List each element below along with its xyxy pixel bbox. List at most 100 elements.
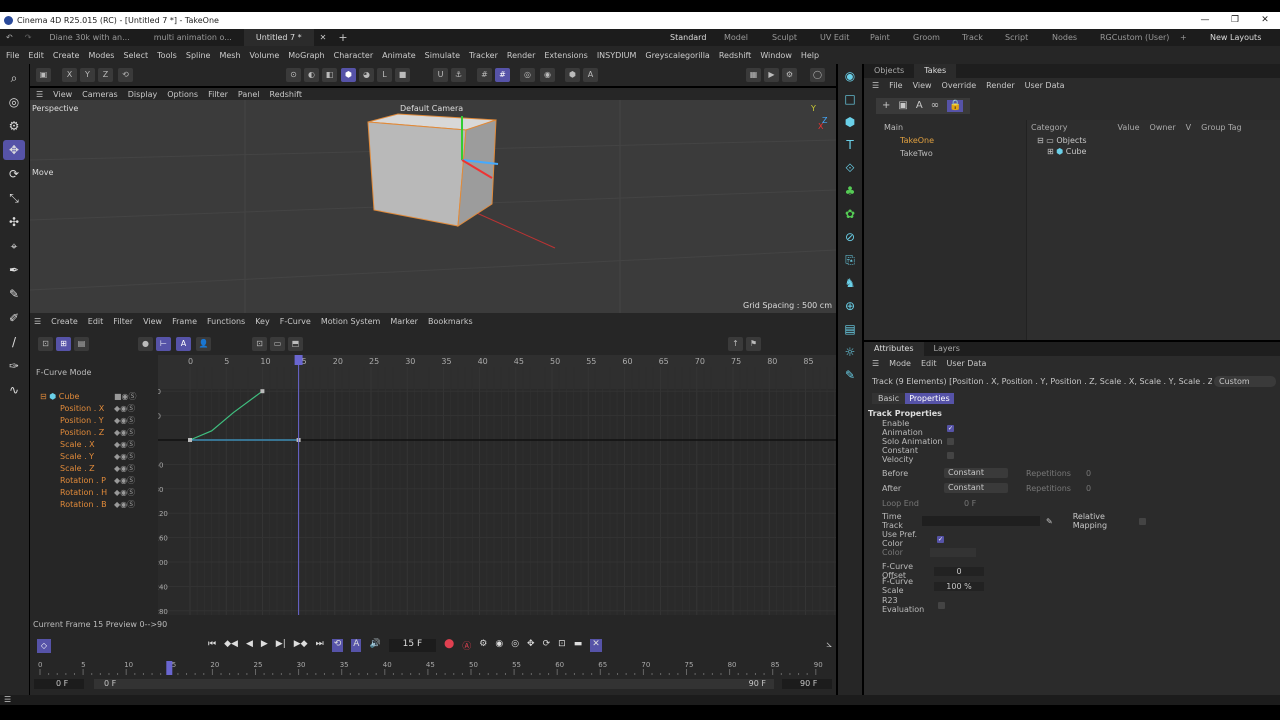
menu-item[interactable]: MoGraph (288, 51, 324, 60)
menu-item[interactable]: Greyscalegorilla (645, 51, 709, 60)
column-header[interactable]: Owner (1150, 123, 1176, 132)
column-header[interactable]: V (1186, 123, 1191, 132)
repetitions-after-field[interactable]: 0 (1086, 484, 1091, 493)
toolbar-button-icon[interactable]: ◧ (322, 68, 337, 82)
menu-item[interactable]: Modes (88, 51, 114, 60)
scene-icon[interactable]: ♞ (841, 276, 859, 294)
timeline-ruler[interactable]: 051015202530354045505560657075808590 (30, 659, 836, 681)
menu-item[interactable]: Frame (172, 317, 197, 326)
position-key-icon[interactable]: ✥ (527, 639, 535, 652)
toolbar-button-icon[interactable]: ⚓ (451, 68, 466, 82)
after-dropdown[interactable]: Constant (944, 483, 1008, 493)
menu-item[interactable]: Tracker (469, 51, 498, 60)
doc-tab[interactable]: multi animation o... (142, 29, 244, 46)
menu-item[interactable]: User Data (1025, 81, 1065, 90)
menu-item[interactable]: Redshift (270, 90, 302, 99)
toolbar-button-icon[interactable]: ⚙ (782, 68, 797, 82)
deformer-icon[interactable]: ✿ (841, 207, 859, 225)
menu-item[interactable]: Bookmarks (428, 317, 473, 326)
tab-objects[interactable]: Objects (864, 64, 914, 78)
toolbar-button-icon[interactable]: Y (80, 68, 95, 82)
hamburger-icon[interactable]: ☰ (34, 317, 41, 326)
next-frame-icon[interactable]: ▶| (276, 639, 286, 652)
toolbar-button-icon[interactable]: ⬢ (341, 68, 356, 82)
layout-tab[interactable]: Script (1005, 29, 1028, 46)
menu-item[interactable]: Extensions (544, 51, 587, 60)
track-row[interactable]: Rotation . P ◆◉Ⓢ (30, 475, 158, 487)
track-visibility-icon[interactable]: ◆◉Ⓢ (114, 499, 135, 511)
menu-item[interactable]: User Data (946, 359, 986, 368)
sound-icon[interactable]: 🔊 (369, 639, 380, 652)
timeline-tool-icon[interactable]: ⊡ (38, 337, 53, 351)
menu-item[interactable]: Spline (186, 51, 211, 60)
camera-object-icon[interactable]: ◉ (841, 69, 859, 87)
track-cube[interactable]: ⊟ ⬢ Cube ■◉Ⓢ (30, 391, 158, 403)
go-to-end-icon[interactable]: ⏭ (316, 639, 324, 652)
prev-frame-icon[interactable]: ◀ (246, 639, 253, 652)
track-visibility-icon[interactable]: ◆◉Ⓢ (114, 475, 135, 487)
time-track-field[interactable] (922, 516, 1040, 526)
tree-cube[interactable]: ⊞ ⬢ Cube (1027, 146, 1280, 157)
xpresso-icon[interactable]: ⎘ (841, 253, 859, 271)
toolbar-button-icon[interactable]: # (477, 68, 492, 82)
motion-icon[interactable]: ◎ (511, 639, 519, 652)
new-tab-icon[interactable]: + (332, 31, 353, 44)
scale-key-icon[interactable]: ⊡ (558, 639, 566, 652)
eyedropper-icon[interactable]: ✎ (1046, 517, 1053, 526)
menu-item[interactable]: Override (942, 81, 977, 90)
solo-animation-checkbox[interactable] (947, 437, 954, 445)
track-visibility-icon[interactable]: ◆◉Ⓢ (114, 463, 135, 475)
hamburger-icon[interactable]: ☰ (36, 90, 43, 99)
column-header[interactable]: Group Tag (1201, 123, 1241, 132)
subtab-properties[interactable]: Properties (905, 393, 954, 404)
menu-item[interactable]: File (889, 81, 902, 90)
menu-item[interactable]: Simulate (425, 51, 460, 60)
pencil-edit-icon[interactable]: ✎ (841, 368, 859, 386)
autokey-icon[interactable]: Ⓐ (462, 639, 471, 652)
generator-icon[interactable]: ⟐ (841, 161, 859, 179)
current-frame-field[interactable]: 15 F (388, 639, 437, 652)
go-to-start-icon[interactable]: ⏮ (208, 639, 216, 652)
toolbar-button-icon[interactable]: ◐ (304, 68, 319, 82)
layout-tab[interactable]: Paint (870, 29, 890, 46)
end-frame-field[interactable]: 90 F (782, 679, 832, 689)
rotate-tool-icon[interactable]: ⟳ (3, 164, 25, 184)
lock-icon[interactable]: 🔒 (947, 100, 964, 112)
timeline-tool-icon[interactable]: ↑ (728, 337, 743, 351)
menu-item[interactable]: Marker (390, 317, 418, 326)
menu-item[interactable]: View (913, 81, 932, 90)
search-icon[interactable]: ⌕ (3, 68, 25, 88)
key-icon[interactable]: ◉ (495, 639, 503, 652)
floor-icon[interactable]: ▤ (841, 322, 859, 340)
menu-item[interactable]: Functions (207, 317, 245, 326)
track-row[interactable]: Position . X ◆◉Ⓢ (30, 403, 158, 415)
toolbar-button-icon[interactable]: # (495, 68, 510, 82)
spline-pen-icon[interactable]: ✑ (3, 356, 25, 376)
use-pref-color-checkbox[interactable]: ✓ (937, 535, 944, 543)
timeline-tool-icon[interactable]: ⚑ (746, 337, 761, 351)
hamburger-icon[interactable]: ☰ (872, 359, 879, 368)
timeline-tool-icon[interactable]: A (176, 337, 191, 351)
param-key-icon[interactable]: ▬ (574, 639, 583, 652)
menu-item[interactable]: Tools (157, 51, 177, 60)
color-swatch[interactable] (930, 547, 976, 557)
new-layouts-button[interactable]: New Layouts (1210, 29, 1261, 46)
toolbar-button-icon[interactable]: A (583, 68, 598, 82)
minimize-button[interactable]: — (1190, 12, 1220, 29)
close-button[interactable]: ✕ (1250, 12, 1280, 29)
layout-tab[interactable]: UV Edit (820, 29, 849, 46)
menu-item[interactable]: INSYDIUM (597, 51, 637, 60)
viewport[interactable]: Perspective Default Camera Move Grid Spa… (30, 100, 836, 313)
track-row[interactable]: Scale . X ◆◉Ⓢ (30, 439, 158, 451)
toolbar-button-icon[interactable]: ⟲ (118, 68, 133, 82)
loop-end-field[interactable]: 0 F (964, 499, 976, 508)
track-row[interactable]: Rotation . B ◆◉Ⓢ (30, 499, 158, 511)
play-icon[interactable]: ▶ (261, 639, 268, 652)
maximize-button[interactable]: ❐ (1220, 12, 1250, 29)
menu-item[interactable]: File (6, 51, 19, 60)
live-select-icon[interactable]: ⚙ (3, 116, 25, 136)
timeline-open-icon[interactable]: ⦣ (826, 639, 832, 650)
add-layout-icon[interactable]: + (1180, 29, 1187, 46)
text-icon[interactable]: T (841, 138, 859, 156)
before-dropdown[interactable]: Constant (944, 468, 1008, 478)
